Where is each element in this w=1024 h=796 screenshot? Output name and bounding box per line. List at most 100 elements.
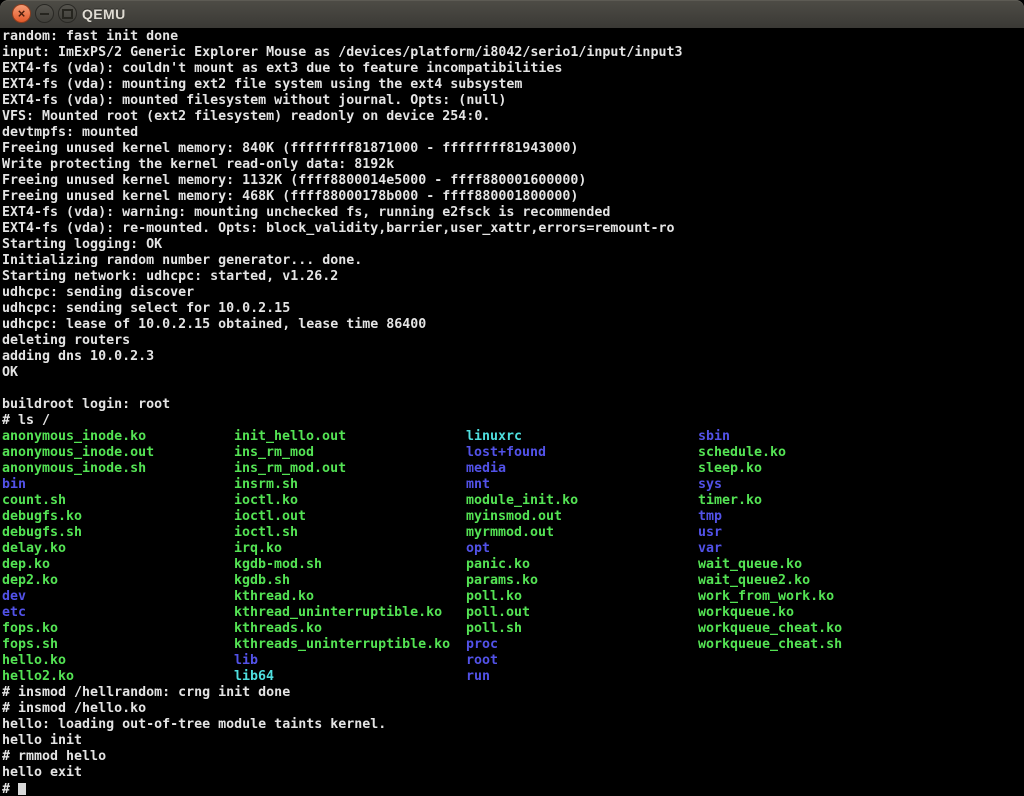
terminal-line: count.shioctl.komodule_init.kotimer.ko — [2, 493, 1024, 509]
file-entry: usr — [698, 525, 722, 540]
terminal-line: devkthread.kopoll.kowork_from_work.ko — [2, 589, 1024, 605]
file-entry: kgdb.sh — [234, 573, 466, 589]
file-entry: sbin — [698, 429, 730, 444]
file-entry: dep2.ko — [2, 573, 234, 589]
file-entry: workqueue_cheat.ko — [698, 621, 842, 636]
terminal-line: udhcpc: lease of 10.0.2.15 obtained, lea… — [2, 317, 1024, 333]
terminal-line: anonymous_inode.koinit_hello.outlinuxrcs… — [2, 429, 1024, 445]
file-entry: lib — [234, 653, 466, 669]
file-entry: hello.ko — [2, 653, 234, 669]
file-entry: linuxrc — [466, 429, 698, 445]
terminal-line: EXT4-fs (vda): warning: mounting uncheck… — [2, 205, 1024, 221]
file-entry: media — [466, 461, 698, 477]
file-entry: work_from_work.ko — [698, 589, 834, 604]
file-entry: init_hello.out — [234, 429, 466, 445]
maximize-icon — [62, 9, 73, 19]
terminal-line: hello2.kolib64run — [2, 669, 1024, 685]
file-entry: fops.ko — [2, 621, 234, 637]
file-entry: sleep.ko — [698, 461, 762, 476]
file-entry: myrmmod.out — [466, 525, 698, 541]
terminal-line: OK — [2, 365, 1024, 381]
maximize-button[interactable] — [58, 4, 77, 23]
terminal-cursor — [18, 783, 26, 795]
file-entry: lost+found — [466, 445, 698, 461]
terminal-line: dep2.kokgdb.shparams.kowait_queue2.ko — [2, 573, 1024, 589]
file-entry: var — [698, 541, 722, 556]
terminal-line: debugfs.koioctl.outmyinsmod.outtmp — [2, 509, 1024, 525]
file-entry: dev — [2, 589, 234, 605]
terminal-line: debugfs.shioctl.shmyrmmod.outusr — [2, 525, 1024, 541]
terminal-line: # insmod /hello.ko — [2, 701, 1024, 717]
terminal-line: dep.kokgdb-mod.shpanic.kowait_queue.ko — [2, 557, 1024, 573]
close-button[interactable]: × — [12, 4, 31, 23]
file-entry: schedule.ko — [698, 445, 786, 460]
file-entry: poll.ko — [466, 589, 698, 605]
file-entry: kthread_uninterruptible.ko — [234, 605, 466, 621]
file-entry: myinsmod.out — [466, 509, 698, 525]
file-entry: fops.sh — [2, 637, 234, 653]
terminal-line: Initializing random number generator... … — [2, 253, 1024, 269]
terminal-line: udhcpc: sending discover — [2, 285, 1024, 301]
terminal-line: buildroot login: root — [2, 397, 1024, 413]
terminal[interactable]: random: fast init doneinput: ImExPS/2 Ge… — [0, 28, 1024, 796]
file-entry: kthreads.ko — [234, 621, 466, 637]
file-entry: debugfs.ko — [2, 509, 234, 525]
file-entry: wait_queue.ko — [698, 557, 802, 572]
file-entry: opt — [466, 541, 698, 557]
terminal-line: Freeing unused kernel memory: 1132K (fff… — [2, 173, 1024, 189]
title-bar[interactable]: × QEMU — [0, 0, 1024, 28]
terminal-line: # ls / — [2, 413, 1024, 429]
terminal-line: hello exit — [2, 765, 1024, 781]
file-entry: etc — [2, 605, 234, 621]
terminal-line: hello.kolibroot — [2, 653, 1024, 669]
terminal-line: anonymous_inode.outins_rm_modlost+founds… — [2, 445, 1024, 461]
terminal-line: EXT4-fs (vda): mounted filesystem withou… — [2, 93, 1024, 109]
terminal-line: EXT4-fs (vda): re-mounted. Opts: block_v… — [2, 221, 1024, 237]
terminal-line: Starting network: udhcpc: started, v1.26… — [2, 269, 1024, 285]
file-entry: wait_queue2.ko — [698, 573, 810, 588]
terminal-line: # insmod /hellrandom: crng init done — [2, 685, 1024, 701]
file-entry: hello2.ko — [2, 669, 234, 685]
terminal-line: # — [2, 781, 1024, 796]
terminal-line: Starting logging: OK — [2, 237, 1024, 253]
file-entry: kthread.ko — [234, 589, 466, 605]
terminal-line: devtmpfs: mounted — [2, 125, 1024, 141]
terminal-line: Freeing unused kernel memory: 468K (ffff… — [2, 189, 1024, 205]
file-entry: timer.ko — [698, 493, 762, 508]
terminal-line: deleting routers — [2, 333, 1024, 349]
terminal-line: EXT4-fs (vda): mounting ext2 file system… — [2, 77, 1024, 93]
terminal-line: VFS: Mounted root (ext2 filesystem) read… — [2, 109, 1024, 125]
file-entry: root — [466, 653, 498, 668]
terminal-line: fops.shkthreads_uninterruptible.koprocwo… — [2, 637, 1024, 653]
file-entry: params.ko — [466, 573, 698, 589]
file-entry: poll.sh — [466, 621, 698, 637]
terminal-line: hello init — [2, 733, 1024, 749]
terminal-line: EXT4-fs (vda): couldn't mount as ext3 du… — [2, 61, 1024, 77]
file-entry: module_init.ko — [466, 493, 698, 509]
file-entry: anonymous_inode.out — [2, 445, 234, 461]
file-entry: ins_rm_mod — [234, 445, 466, 461]
file-entry: workqueue.ko — [698, 605, 794, 620]
minimize-button[interactable] — [35, 4, 54, 23]
file-entry: count.sh — [2, 493, 234, 509]
file-entry: delay.ko — [2, 541, 234, 557]
file-entry: proc — [466, 637, 698, 653]
terminal-line: input: ImExPS/2 Generic Explorer Mouse a… — [2, 45, 1024, 61]
file-entry: dep.ko — [2, 557, 234, 573]
file-entry: lib64 — [234, 669, 466, 685]
terminal-line — [2, 381, 1024, 397]
file-entry: workqueue_cheat.sh — [698, 637, 842, 652]
file-entry: panic.ko — [466, 557, 698, 573]
file-entry: ioctl.ko — [234, 493, 466, 509]
file-entry: kgdb-mod.sh — [234, 557, 466, 573]
file-entry: tmp — [698, 509, 722, 524]
file-entry: ins_rm_mod.out — [234, 461, 466, 477]
file-entry: debugfs.sh — [2, 525, 234, 541]
terminal-line: delay.koirq.kooptvar — [2, 541, 1024, 557]
terminal-line: udhcpc: sending select for 10.0.2.15 — [2, 301, 1024, 317]
file-entry: run — [466, 669, 490, 684]
close-icon: × — [18, 7, 26, 20]
file-entry: bin — [2, 477, 234, 493]
file-entry: ioctl.out — [234, 509, 466, 525]
terminal-line: fops.kokthreads.kopoll.shworkqueue_cheat… — [2, 621, 1024, 637]
